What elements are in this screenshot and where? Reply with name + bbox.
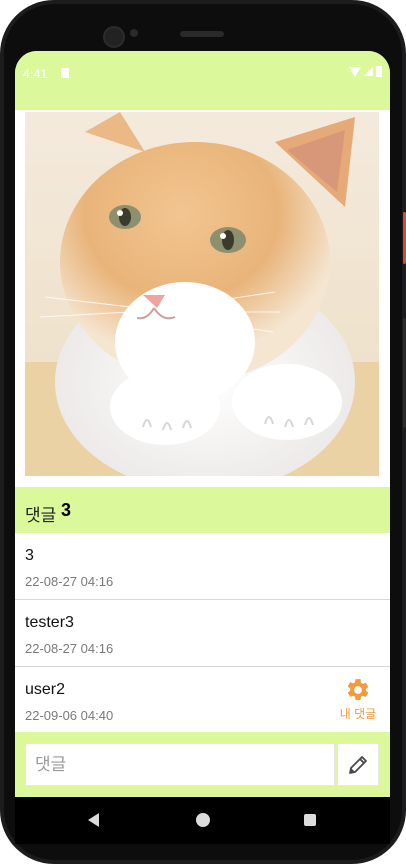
gear-icon[interactable]	[345, 677, 371, 703]
post-image-area	[15, 110, 390, 486]
pencil-icon	[349, 755, 367, 774]
app-screen: 4:41 댓글 3 3 22-08-27 04:16 tester3 22-08…	[15, 51, 390, 797]
comment-content: user2	[25, 681, 66, 698]
recent-apps-icon[interactable]	[304, 814, 316, 826]
home-icon[interactable]	[196, 813, 210, 827]
system-nav-bar	[15, 797, 390, 844]
status-time: 4:41	[23, 67, 48, 81]
front-camera	[103, 26, 125, 48]
kitten-image	[25, 112, 379, 476]
comment-item[interactable]: 3 22-08-27 04:16	[15, 533, 390, 600]
my-comment-label: 내 댓글	[339, 707, 377, 721]
status-icons	[349, 66, 382, 77]
comment-content: 3	[25, 547, 34, 564]
comment-date: 22-08-27 04:16	[25, 574, 114, 589]
comment-input-bar	[15, 732, 390, 797]
my-comment-settings-button[interactable]: 내 댓글	[333, 677, 383, 722]
comment-date: 22-09-06 04:40	[25, 708, 114, 723]
comments-header: 댓글 3	[15, 487, 390, 533]
comment-content: tester3	[25, 614, 74, 631]
post-image[interactable]	[25, 112, 379, 476]
battery-icon	[376, 66, 382, 77]
comment-date: 22-08-27 04:16	[25, 641, 114, 656]
comments-count: 3	[61, 500, 72, 520]
comment-item[interactable]: tester3 22-08-27 04:16	[15, 600, 390, 667]
wifi-icon	[349, 66, 361, 77]
camera-sensor	[130, 29, 138, 37]
comment-input[interactable]	[26, 744, 334, 785]
signal-icon	[364, 67, 373, 76]
earpiece-speaker	[180, 31, 224, 37]
sd-card-icon	[61, 68, 69, 78]
back-icon[interactable]	[88, 813, 99, 827]
comments-label: 댓글	[25, 506, 57, 525]
phone-frame: 4:41 댓글 3 3 22-08-27 04:16 tester3 22-08…	[0, 0, 406, 864]
comment-input-wrapper	[25, 743, 335, 786]
submit-comment-button[interactable]	[337, 743, 379, 786]
status-bar: 4:41	[15, 51, 390, 110]
comment-item[interactable]: user2 22-09-06 04:40 내 댓글	[15, 667, 390, 733]
